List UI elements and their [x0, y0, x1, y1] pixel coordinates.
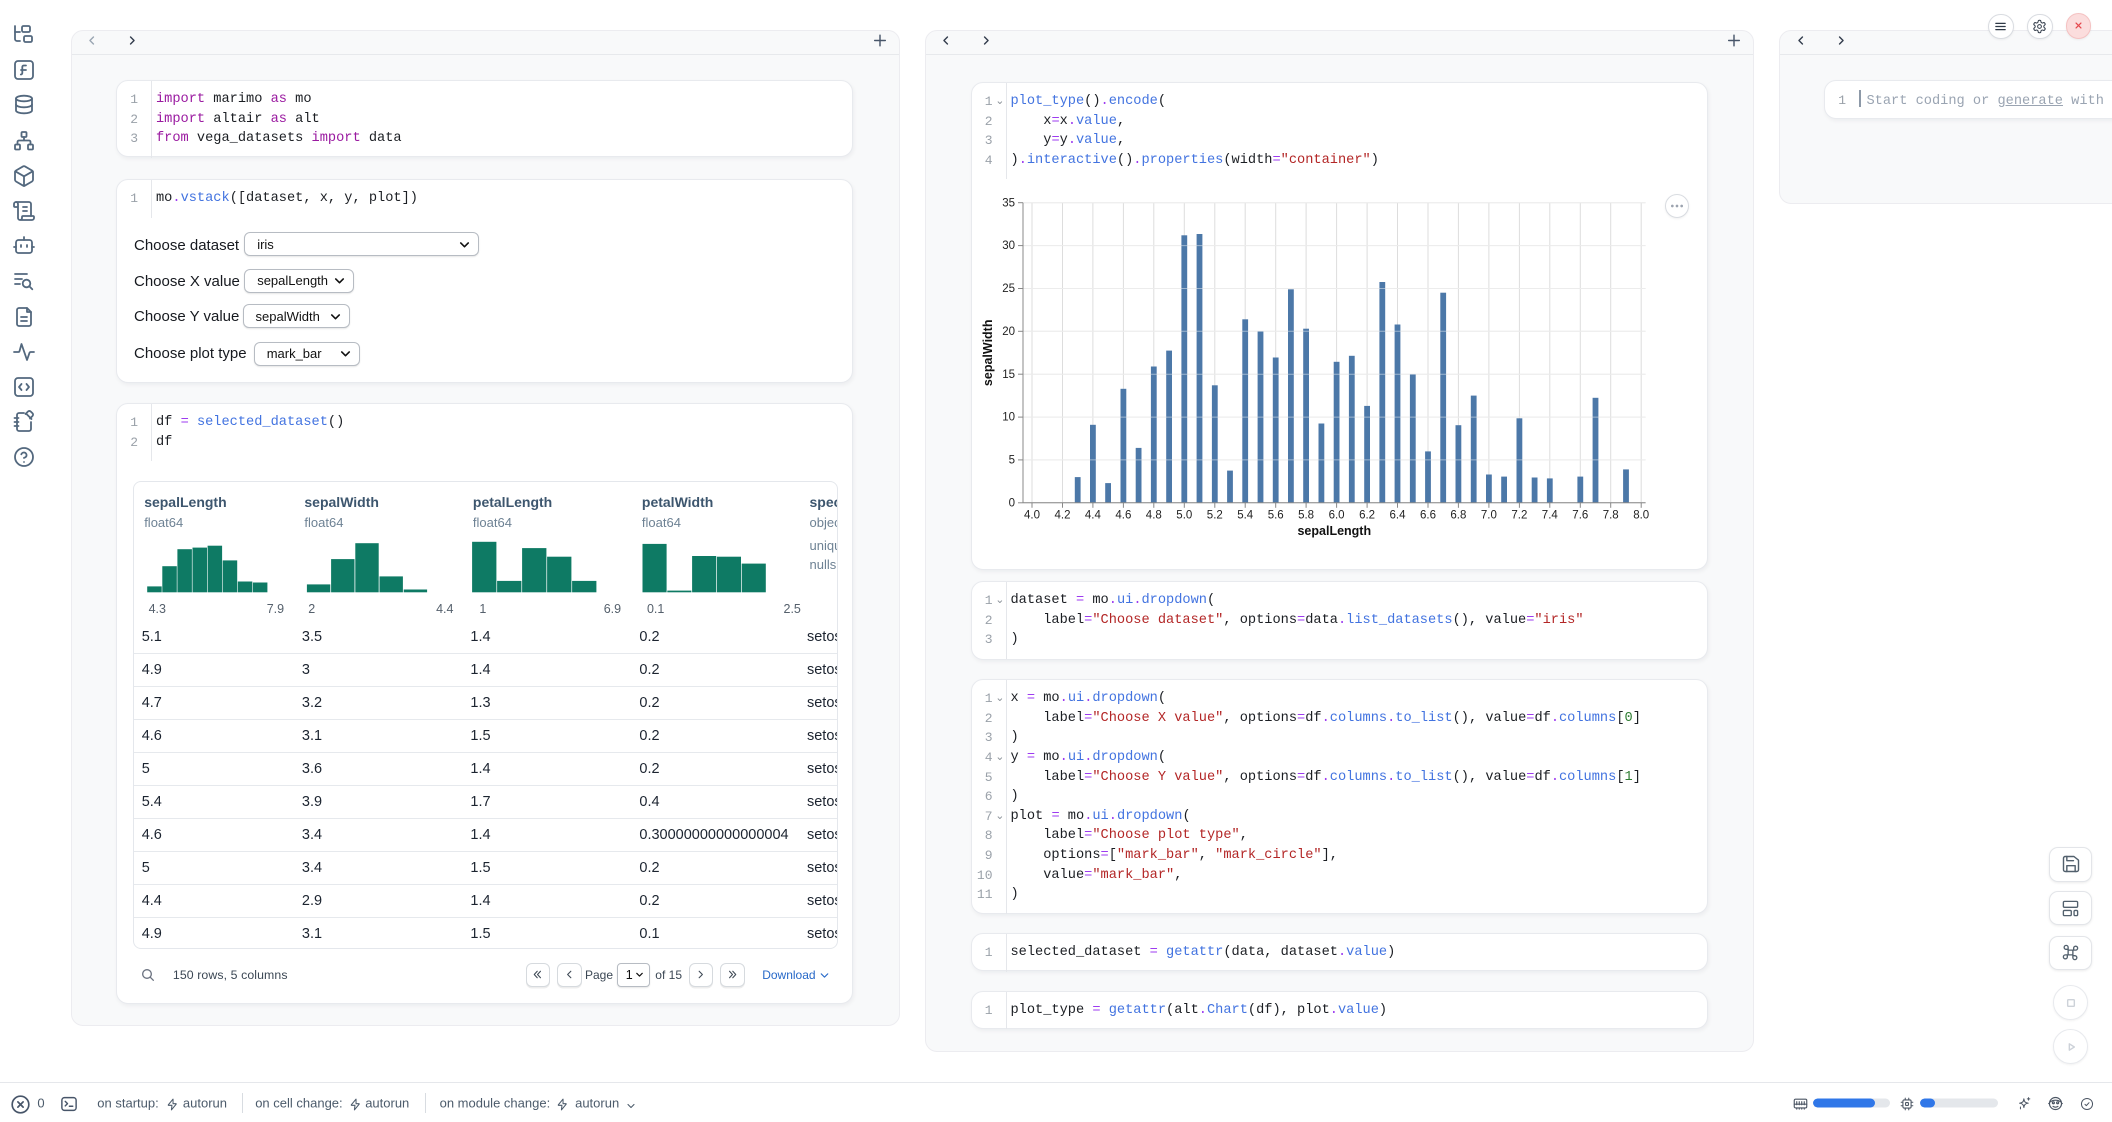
svg-text:0: 0: [1009, 497, 1015, 509]
svg-text:7.4: 7.4: [1542, 509, 1559, 521]
svg-text:sepalLength: sepalLength: [1297, 524, 1371, 538]
svg-text:5.4: 5.4: [1237, 509, 1254, 521]
svg-text:7.8: 7.8: [1603, 509, 1619, 521]
svg-text:6.2: 6.2: [1359, 509, 1375, 521]
svg-text:7.2: 7.2: [1511, 509, 1527, 521]
svg-text:25: 25: [1002, 283, 1015, 295]
svg-text:5: 5: [1009, 455, 1015, 467]
svg-text:6.0: 6.0: [1329, 509, 1345, 521]
svg-text:6.6: 6.6: [1420, 509, 1436, 521]
svg-text:5.8: 5.8: [1298, 509, 1314, 521]
svg-text:6.8: 6.8: [1450, 509, 1466, 521]
svg-text:4.6: 4.6: [1115, 509, 1131, 521]
svg-text:7.6: 7.6: [1572, 509, 1588, 521]
svg-text:4.2: 4.2: [1055, 509, 1071, 521]
svg-text:30: 30: [1002, 240, 1015, 252]
svg-text:7.0: 7.0: [1481, 509, 1497, 521]
svg-text:5.2: 5.2: [1207, 509, 1223, 521]
svg-text:4.8: 4.8: [1146, 509, 1162, 521]
svg-text:8.0: 8.0: [1633, 509, 1649, 521]
svg-text:5.6: 5.6: [1268, 509, 1284, 521]
svg-text:6.4: 6.4: [1390, 509, 1407, 521]
svg-text:35: 35: [1002, 197, 1015, 209]
svg-text:sepalWidth: sepalWidth: [981, 320, 995, 387]
svg-text:5.0: 5.0: [1176, 509, 1192, 521]
svg-text:4.4: 4.4: [1085, 509, 1102, 521]
svg-text:10: 10: [1002, 412, 1015, 424]
svg-text:4.0: 4.0: [1024, 509, 1040, 521]
svg-text:15: 15: [1002, 369, 1015, 381]
svg-text:20: 20: [1002, 326, 1015, 338]
